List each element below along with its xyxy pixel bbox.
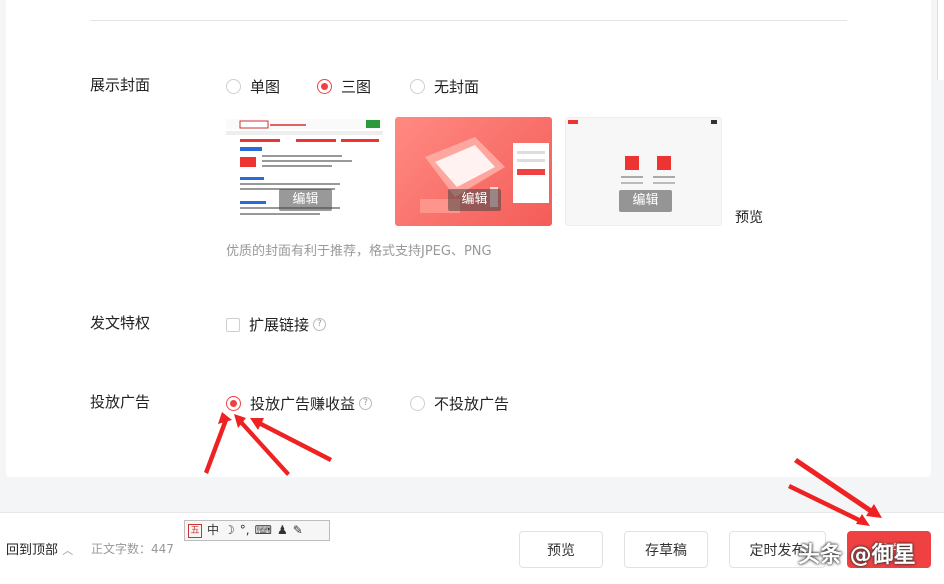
- scrollbar[interactable]: [937, 0, 944, 80]
- cover-option-single[interactable]: 单图: [226, 76, 280, 97]
- cover-option-three[interactable]: 三图: [317, 76, 371, 97]
- cover-preview-link[interactable]: 预览: [735, 207, 763, 227]
- radio-circle: [410, 396, 425, 411]
- cover-hint: 优质的封面有利于推荐，格式支持JPEG、PNG: [226, 244, 492, 259]
- preview-button[interactable]: 预览: [519, 531, 603, 568]
- ime-toolbar[interactable]: 五 中 ☽ °, ⌨ ♟ ✎: [184, 520, 330, 541]
- radio-circle: [317, 79, 332, 94]
- cover-image-2[interactable]: 编辑: [395, 117, 552, 226]
- divider: [90, 20, 847, 21]
- save-draft-button[interactable]: 存草稿: [624, 531, 708, 568]
- cover-edit-button-2[interactable]: 编辑: [448, 189, 501, 211]
- ads-option-off[interactable]: 不投放广告: [410, 393, 509, 414]
- cover-edit-button-3[interactable]: 编辑: [619, 190, 672, 212]
- ime-punct-icon[interactable]: °,: [240, 521, 250, 540]
- ime-moon-icon[interactable]: ☽: [224, 521, 235, 540]
- privilege-label: 发文特权: [90, 314, 151, 332]
- radio-circle: [226, 396, 241, 411]
- footer-bar: 回到顶部 ︿ 正文字数：447 五 中 ☽ °, ⌨ ♟ ✎ 预览 存草稿 定时…: [0, 512, 944, 584]
- cover-image-1[interactable]: 编辑: [226, 117, 383, 226]
- word-count: 正文字数：447: [91, 542, 174, 556]
- help-icon[interactable]: ?: [359, 397, 373, 410]
- ads-option-on[interactable]: 投放广告赚收益 ?: [226, 393, 373, 414]
- help-icon[interactable]: ?: [313, 318, 327, 331]
- radio-circle: [410, 79, 425, 94]
- ime-mode[interactable]: 中: [207, 521, 219, 540]
- cover-option-none[interactable]: 无封面: [410, 76, 479, 97]
- ime-wrench-icon[interactable]: ✎: [293, 521, 303, 540]
- ime-logo-icon[interactable]: 五: [188, 523, 202, 538]
- cover-edit-button-1[interactable]: 编辑: [279, 189, 332, 211]
- chevron-up-icon: ︿: [62, 544, 74, 557]
- ads-label: 投放广告: [90, 393, 151, 411]
- ime-keyboard-icon[interactable]: ⌨: [255, 521, 272, 540]
- radio-circle: [226, 79, 241, 94]
- settings-panel: 展示封面 单图 三图 无封面 编辑 编辑 编辑 预览 优质的封面有利于推荐，格式…: [6, 0, 931, 477]
- publish-button[interactable]: 发布: [847, 531, 931, 568]
- cover-label: 展示封面: [90, 76, 151, 94]
- timed-publish-button[interactable]: 定时发布: [729, 531, 826, 568]
- ime-user-icon[interactable]: ♟: [277, 521, 288, 540]
- back-to-top-button[interactable]: 回到顶部 ︿: [6, 539, 73, 558]
- checkbox-box: [226, 317, 240, 332]
- cover-image-3[interactable]: 编辑: [565, 117, 722, 226]
- extend-link-checkbox[interactable]: 扩展链接 ?: [226, 314, 327, 335]
